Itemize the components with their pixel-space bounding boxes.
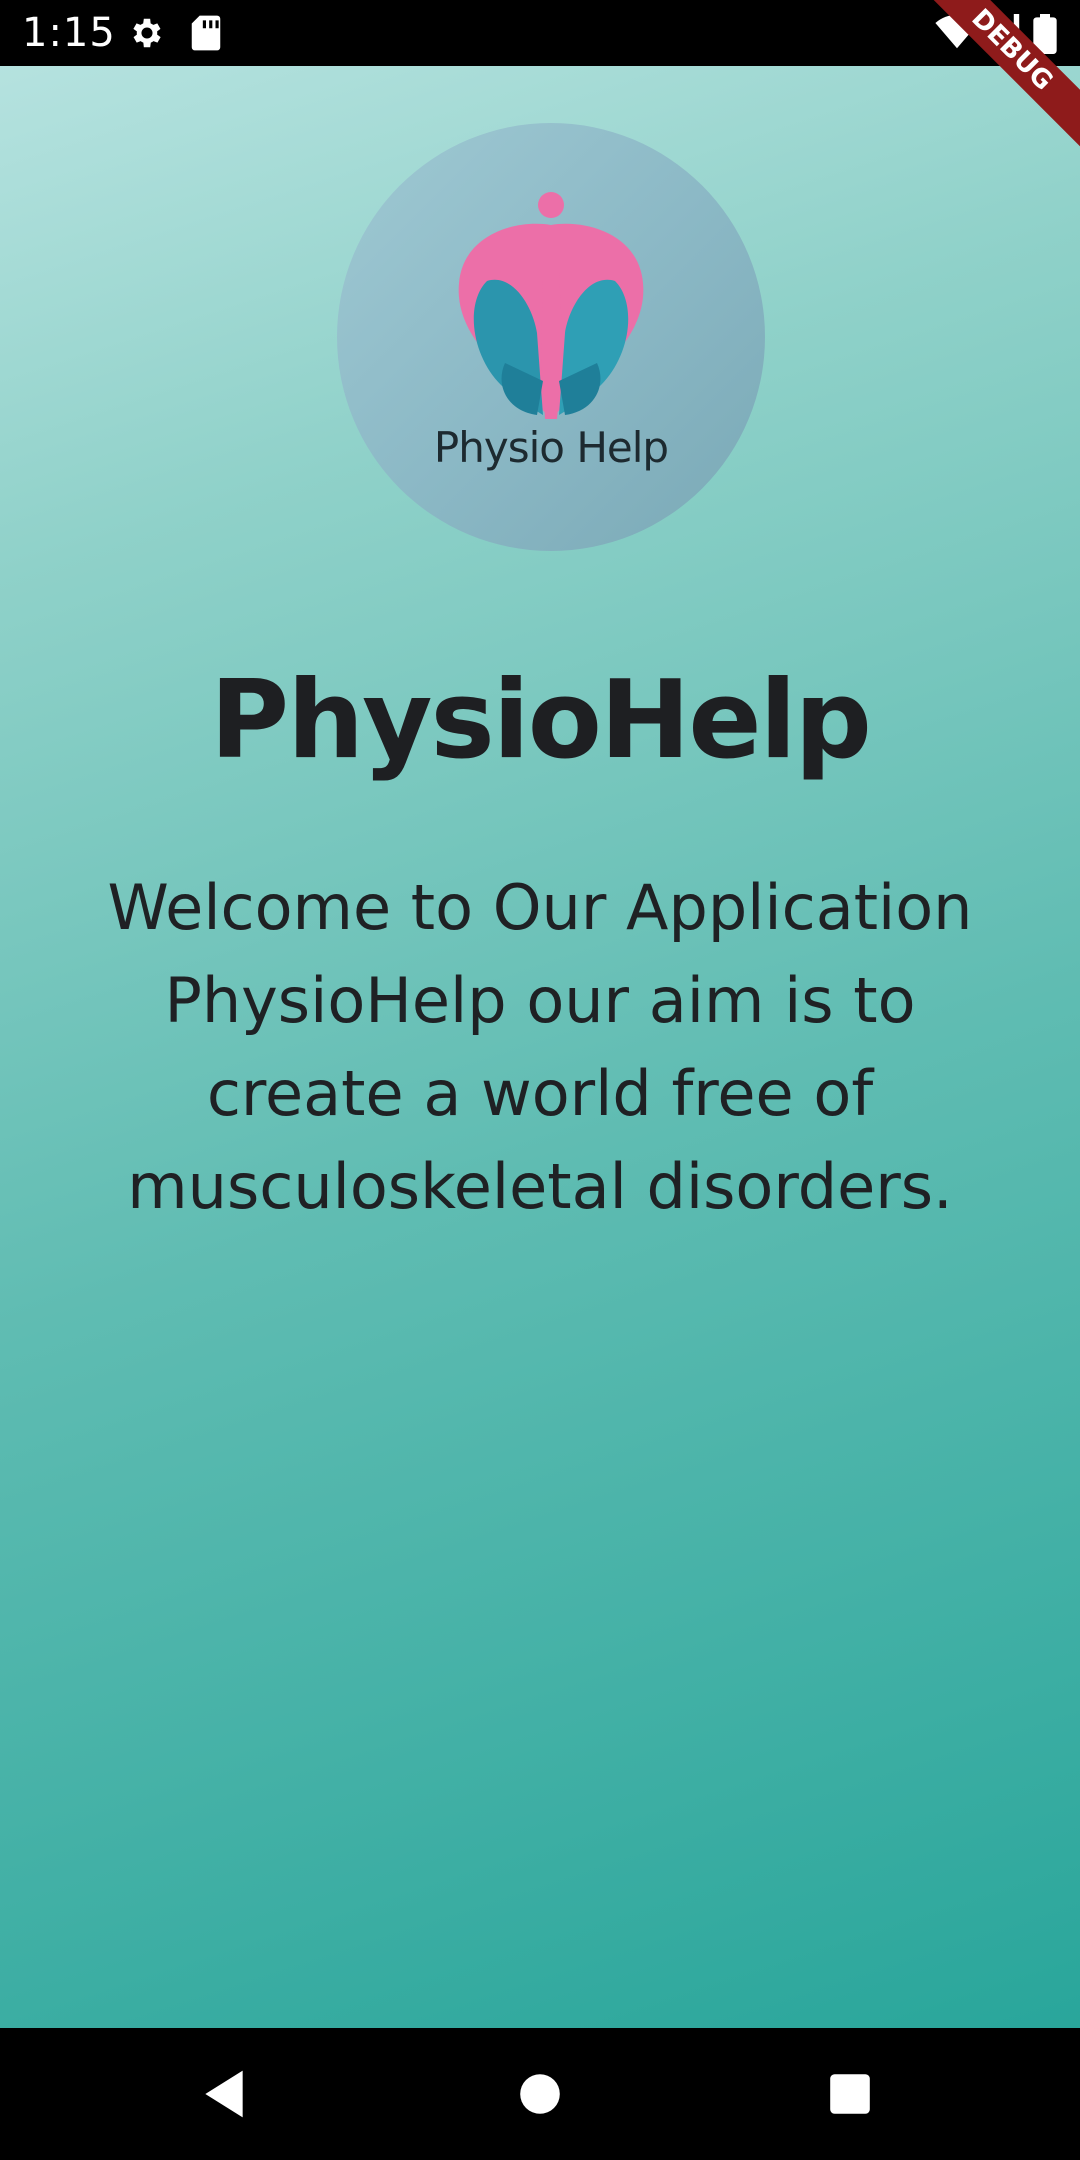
welcome-screen: Physio Help PhysioHelp Welcome to Our Ap… <box>0 66 1080 2028</box>
welcome-message: Welcome to Our Application PhysioHelp ou… <box>107 871 973 1223</box>
status-time: 1:15 <box>22 10 116 56</box>
settings-icon <box>128 14 166 57</box>
logo-figure-icon <box>458 192 644 419</box>
status-bar: 1:15 <box>0 0 1080 66</box>
home-icon[interactable] <box>518 2066 562 2127</box>
app-logo: Physio Help <box>337 123 765 551</box>
back-icon[interactable] <box>200 2066 248 2127</box>
navigation-bar <box>0 2028 1080 2160</box>
recents-icon[interactable] <box>828 2066 872 2127</box>
page-title: PhysioHelp <box>210 658 872 783</box>
sd-card-icon <box>190 14 222 57</box>
logo-text: Physio Help <box>433 423 669 472</box>
